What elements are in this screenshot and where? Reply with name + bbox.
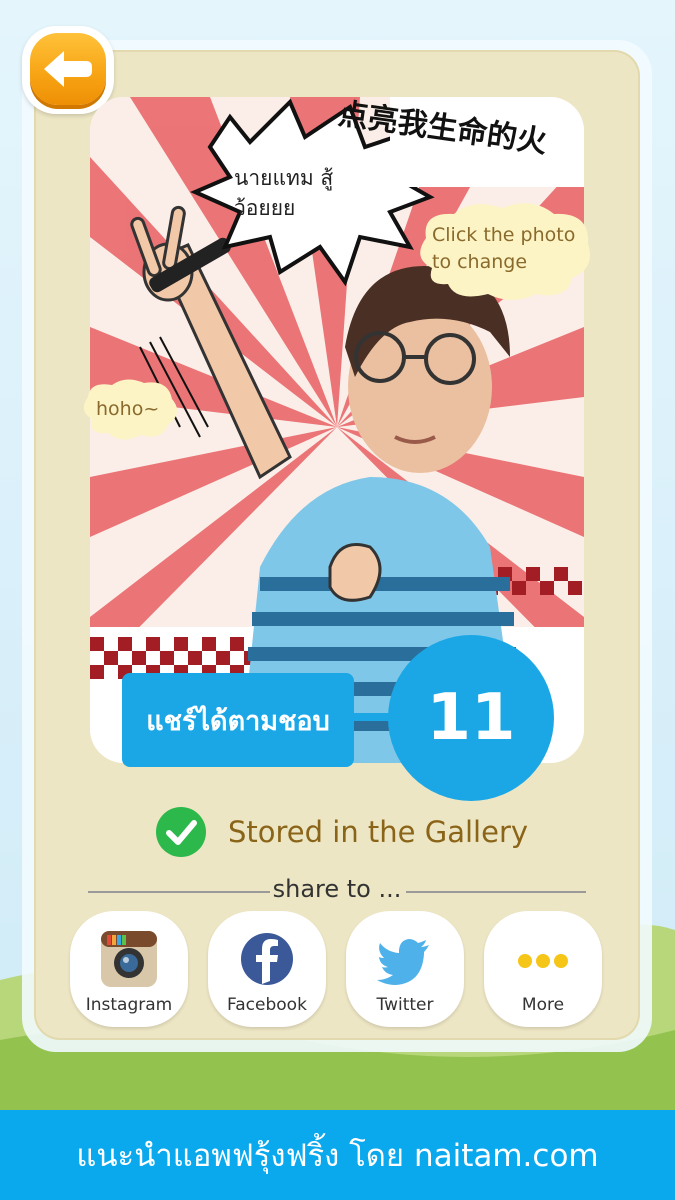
stored-status: Stored in the Gallery bbox=[156, 806, 528, 858]
footer-banner[interactable]: แนะนำแอพฟรุ้งฟริ้ง โดย naitam.com bbox=[0, 1110, 675, 1200]
share-heading-label: share to ... bbox=[272, 875, 402, 903]
back-arrow-icon bbox=[44, 51, 92, 87]
share-more-label: More bbox=[521, 995, 565, 1015]
share-facebook-button[interactable]: Facebook bbox=[208, 911, 326, 1027]
share-instagram-button[interactable]: Instagram bbox=[70, 911, 188, 1027]
speech-bubble-text[interactable]: นายแทม สู้ว้อยยย bbox=[234, 163, 394, 223]
share-twitter-label: Twitter bbox=[376, 995, 434, 1015]
twitter-icon bbox=[377, 939, 429, 985]
promo-number-badge: 11 bbox=[388, 635, 554, 801]
check-circle-icon bbox=[156, 807, 206, 857]
stored-text: Stored in the Gallery bbox=[228, 815, 529, 849]
more-dots-icon bbox=[518, 954, 568, 968]
share-instagram-label: Instagram bbox=[85, 995, 173, 1015]
tip-hoho: hoho~ bbox=[96, 398, 160, 420]
share-promo-label: แชร์ได้ตามชอบ bbox=[122, 673, 354, 767]
facebook-icon bbox=[241, 933, 293, 985]
share-facebook-label: Facebook bbox=[227, 995, 307, 1015]
tip-change-photo: Click the photo to change bbox=[432, 224, 576, 273]
instagram-icon bbox=[101, 931, 157, 987]
share-twitter-button[interactable]: Twitter bbox=[346, 911, 464, 1027]
footer-text: แนะนำแอพฟรุ้งฟริ้ง โดย naitam.com bbox=[76, 1138, 599, 1174]
share-more-button[interactable]: More bbox=[484, 911, 602, 1027]
share-heading: share to ... bbox=[88, 875, 586, 909]
